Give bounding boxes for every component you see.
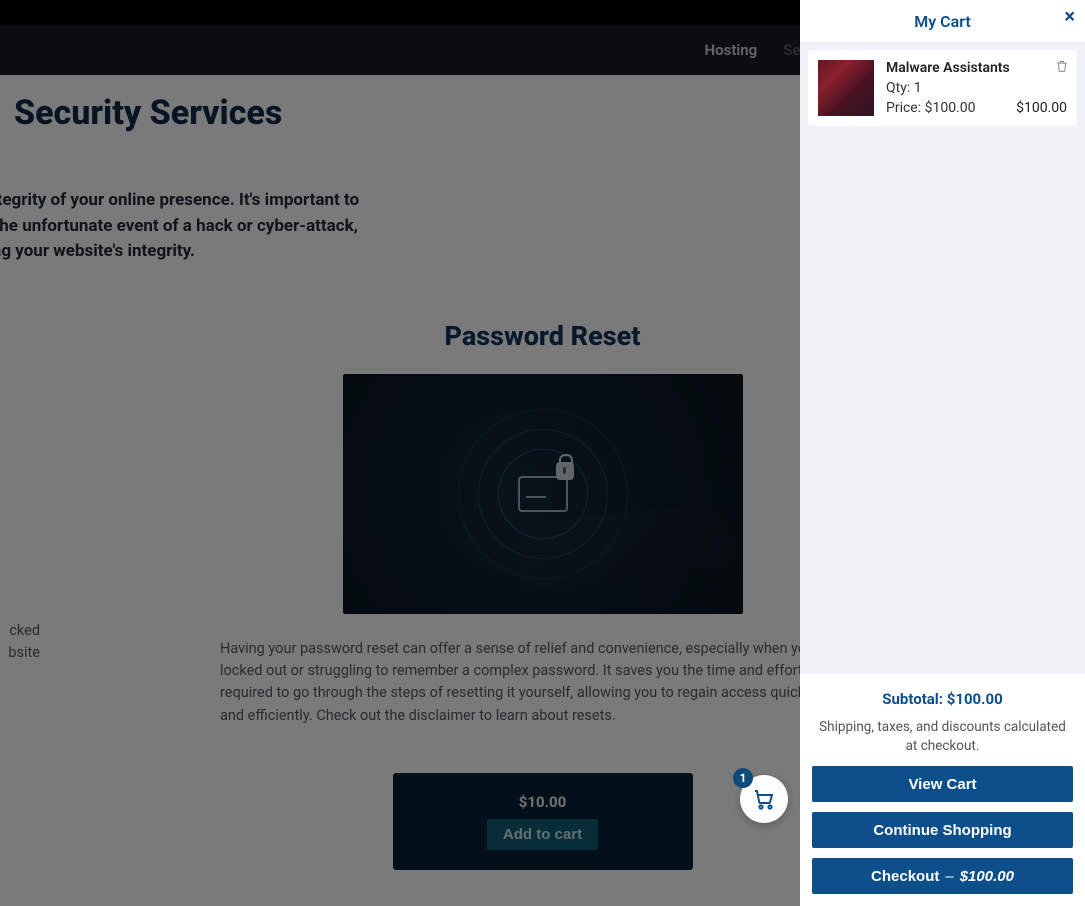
cart-header: My Cart × <box>800 0 1085 42</box>
cart-item-price: Price: $100.00 <box>886 100 976 116</box>
checkout-amount: $100.00 <box>960 868 1014 885</box>
cart-bubble-button[interactable]: 1 <box>740 775 788 823</box>
cart-item-name: Malware Assistants <box>886 60 1067 76</box>
view-cart-button[interactable]: View Cart <box>812 766 1073 802</box>
cart-footer: Subtotal: $100.00 Shipping, taxes, and d… <box>800 674 1085 906</box>
cart-count-badge: 1 <box>733 768 753 788</box>
cart-item-thumbnail <box>818 60 874 116</box>
cart-item-qty: Qty: 1 <box>886 80 1067 96</box>
cart-item-line-total: $100.00 <box>1016 100 1067 116</box>
cart-panel: My Cart × Malware Assistants Qty: 1 Pric… <box>800 0 1085 906</box>
trash-icon <box>1055 59 1069 73</box>
cart-title: My Cart <box>914 12 971 31</box>
cart-note: Shipping, taxes, and discounts calculate… <box>812 718 1073 756</box>
cart-items: Malware Assistants Qty: 1 Price: $100.00… <box>800 42 1085 134</box>
checkout-separator: – <box>945 868 953 885</box>
close-icon[interactable]: × <box>1064 6 1075 26</box>
cart-item: Malware Assistants Qty: 1 Price: $100.00… <box>808 50 1077 126</box>
cart-icon <box>752 787 776 811</box>
checkout-button[interactable]: Checkout – $100.00 <box>812 858 1073 894</box>
cart-subtotal: Subtotal: $100.00 <box>812 690 1073 708</box>
checkout-label: Checkout <box>871 868 939 885</box>
remove-item-button[interactable] <box>1055 58 1069 77</box>
continue-shopping-button[interactable]: Continue Shopping <box>812 812 1073 848</box>
